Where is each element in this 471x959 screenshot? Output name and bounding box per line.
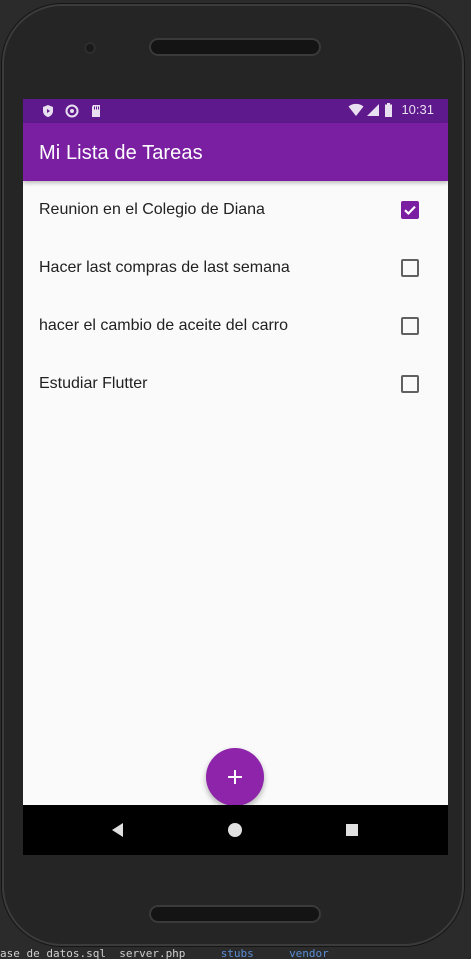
home-icon[interactable] — [225, 820, 245, 840]
system-nav-bar — [23, 805, 448, 855]
top-speaker-grille — [149, 38, 321, 56]
back-icon[interactable] — [108, 820, 128, 840]
ide-background-strip: ase de datos.sql server.php stubs vendor — [0, 948, 471, 959]
front-camera — [84, 42, 96, 54]
task-item[interactable]: Hacer last compras de last semana — [23, 239, 448, 297]
phone-screen: 10:31 Mi Lista de Tareas Reunion en el C… — [23, 99, 448, 855]
recents-icon[interactable] — [342, 820, 362, 840]
phone-frame: 10:31 Mi Lista de Tareas Reunion en el C… — [2, 4, 464, 946]
ide-link-vendor[interactable]: vendor — [289, 948, 329, 959]
task-item[interactable]: Reunion en el Colegio de Diana — [23, 181, 448, 239]
status-bar: 10:31 — [23, 99, 448, 123]
add-task-button[interactable] — [206, 748, 264, 806]
task-checkbox[interactable] — [401, 259, 419, 277]
sd-card-icon — [89, 104, 103, 118]
task-label: Hacer last compras de last semana — [39, 259, 290, 276]
app-bar: Mi Lista de Tareas — [23, 123, 448, 181]
battery-icon — [384, 102, 393, 117]
task-item[interactable]: hacer el cambio de aceite del carro — [23, 297, 448, 355]
plus-icon — [228, 770, 242, 784]
wifi-icon — [348, 103, 364, 117]
play-protect-icon — [41, 104, 55, 118]
sync-icon — [65, 104, 79, 118]
app-title: Mi Lista de Tareas — [39, 142, 203, 164]
task-label: Reunion en el Colegio de Diana — [39, 201, 265, 218]
task-list: Reunion en el Colegio de Diana Hacer las… — [23, 181, 448, 413]
task-checkbox[interactable] — [401, 317, 419, 335]
task-item[interactable]: Estudiar Flutter — [23, 355, 448, 413]
check-icon — [404, 205, 416, 216]
task-label: hacer el cambio de aceite del carro — [39, 317, 289, 334]
task-checkbox[interactable] — [401, 375, 419, 393]
task-checkbox[interactable] — [401, 201, 419, 219]
bottom-speaker-grille — [149, 905, 321, 923]
signal-icon — [366, 103, 380, 117]
status-time: 10:31 — [401, 102, 434, 117]
ide-link-stubs[interactable]: stubs — [221, 948, 254, 959]
ide-file-names: ase de datos.sql server.php — [0, 948, 186, 959]
task-label: Estudiar Flutter — [39, 375, 148, 392]
